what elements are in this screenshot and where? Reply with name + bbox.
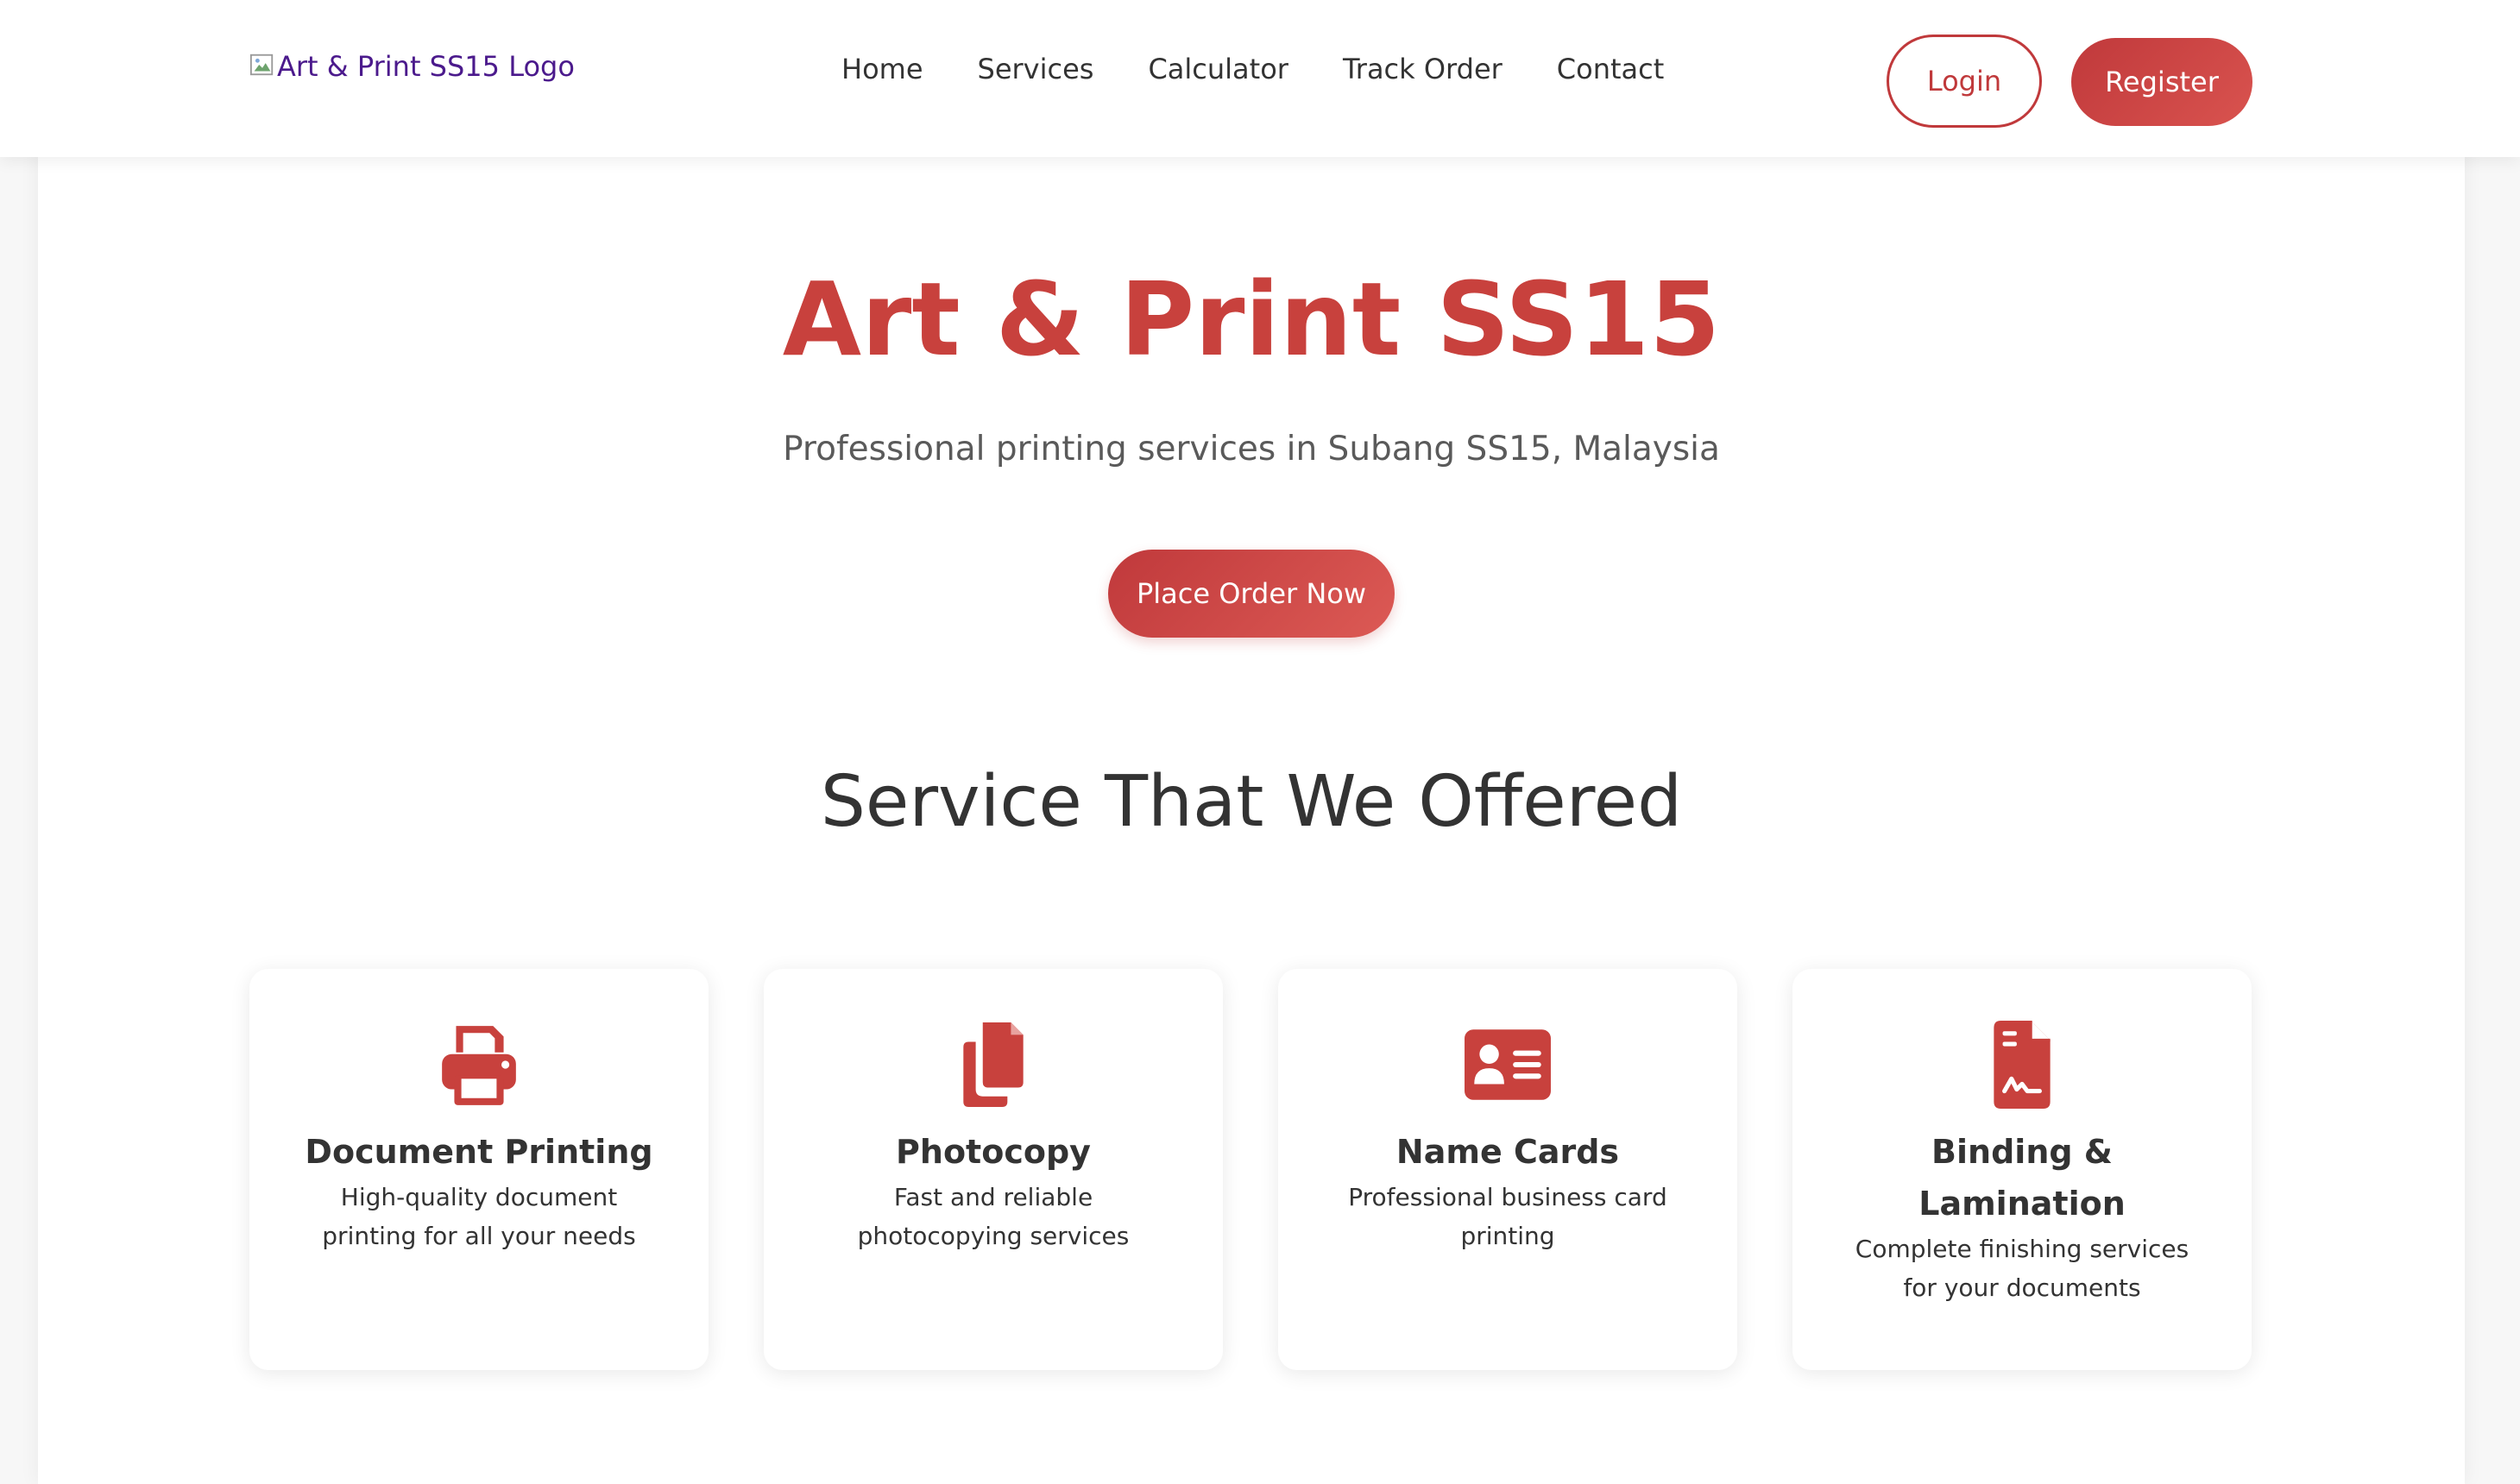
service-title: Name Cards <box>1395 1133 1620 1171</box>
nav-contact[interactable]: Contact <box>1557 52 1665 86</box>
copy-icon <box>963 1022 1024 1107</box>
service-card-photocopy[interactable]: Photocopy Fast and reliable photocopying… <box>764 969 1223 1370</box>
service-card-document-printing[interactable]: Document Printing High-quality document … <box>249 969 709 1370</box>
navbar: Art & Print SS15 Logo Home Services Calc… <box>0 0 2520 157</box>
service-description: Professional business card printing <box>1348 1183 1667 1250</box>
broken-image-icon <box>249 53 274 76</box>
site-logo[interactable]: Art & Print SS15 Logo <box>249 50 575 83</box>
printer-icon <box>442 1026 516 1105</box>
service-title: Photocopy <box>896 1133 1091 1171</box>
logo-alt-text: Art & Print SS15 Logo <box>277 50 575 83</box>
service-description: Complete finishing services for your doc… <box>1855 1235 2189 1302</box>
file-signature-icon <box>1994 1021 2051 1109</box>
login-button[interactable]: Login <box>1887 35 2042 128</box>
place-order-button[interactable]: Place Order Now <box>1108 550 1395 638</box>
nav-track-order[interactable]: Track Order <box>1343 52 1503 86</box>
nav-calculator[interactable]: Calculator <box>1148 52 1288 86</box>
service-card-name-cards[interactable]: Name Cards Professional business card pr… <box>1278 969 1737 1370</box>
register-button[interactable]: Register <box>2071 38 2252 126</box>
hero-title: Art & Print SS15 <box>782 260 1721 379</box>
nav-home[interactable]: Home <box>841 52 923 86</box>
service-title: Binding & Lamination <box>1918 1133 2126 1223</box>
main-nav: Home Services Calculator Track Order Con… <box>841 52 1664 86</box>
nav-services[interactable]: Services <box>978 52 1094 86</box>
service-title: Document Printing <box>305 1133 653 1171</box>
services-heading: Service That We Offered <box>820 761 1683 843</box>
hero-subtitle: Professional printing services in Subang… <box>783 430 1720 468</box>
service-card-binding-lamination[interactable]: Binding & Lamination Complete finishing … <box>1792 969 2252 1370</box>
service-description: High-quality document printing for all y… <box>322 1183 636 1250</box>
service-description: Fast and reliable photocopying services <box>857 1183 1130 1250</box>
id-card-icon <box>1465 1029 1551 1100</box>
